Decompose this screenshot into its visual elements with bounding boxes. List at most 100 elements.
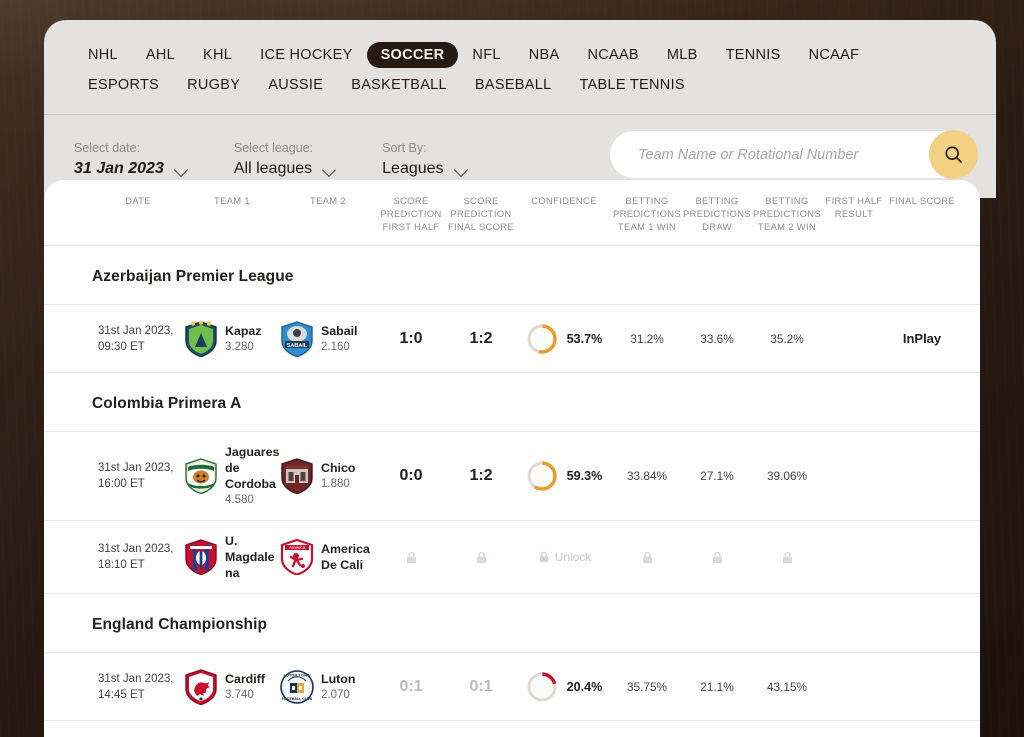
score-prediction-first-half-locked[interactable] <box>376 550 446 565</box>
score-prediction-final-score-locked[interactable] <box>446 550 516 565</box>
team1-crest-icon <box>184 669 218 705</box>
sport-tab-soccer[interactable]: SOCCER <box>367 42 459 68</box>
sport-tab-ncaab[interactable]: NCAAB <box>573 42 652 68</box>
team2-odds: 2.070 <box>321 688 355 703</box>
betting-prediction-team2-win: 43.15% <box>752 680 822 694</box>
column-header: SCORE PREDICTION FINAL SCORE <box>446 194 516 233</box>
column-header: BETTING PREDICTIONS TEAM 1 WIN <box>612 194 682 233</box>
team1-cell: Jaguares de Cordoba 4.580 <box>184 444 280 508</box>
score-prediction-final-score: 1:2 <box>446 330 516 348</box>
team2-name: Sabail <box>321 324 358 338</box>
confidence-cell: 20.4% <box>516 671 612 703</box>
match-datetime: 31st Jan 2023, 16:00 ET <box>92 460 184 492</box>
betting-prediction-team2-win-locked[interactable] <box>752 550 822 565</box>
league-section-header: England Championship <box>44 594 980 653</box>
select-league-value: All leagues <box>234 160 312 178</box>
team2-cell: Chico 1.880 <box>280 458 376 494</box>
search-input[interactable] <box>610 131 966 178</box>
predictions-table-body: Azerbaijan Premier League 31st Jan 2023,… <box>44 246 980 721</box>
league-section-header: Colombia Primera A <box>44 373 980 432</box>
confidence-value: 59.3% <box>567 469 603 483</box>
confidence-donut <box>526 323 558 355</box>
team1-name: Cardiff <box>225 672 265 686</box>
table-row[interactable]: 31st Jan 2023, 18:10 ET U. Magdalena <box>44 521 980 594</box>
sport-tab-baseball[interactable]: BASEBALL <box>461 72 566 98</box>
sport-tab-mlb[interactable]: MLB <box>653 42 712 68</box>
svg-text:SABAIL: SABAIL <box>287 342 308 348</box>
sport-tab-ice-hockey[interactable]: ICE HOCKEY <box>246 42 366 68</box>
select-date-label: Select date: <box>74 141 188 155</box>
betting-prediction-team2-win: 39.06% <box>752 469 822 483</box>
search-button[interactable] <box>929 130 978 179</box>
column-header: FINAL SCORE <box>886 194 958 207</box>
unlock-confidence-button[interactable]: Unlock <box>516 550 612 564</box>
confidence-cell: 59.3% <box>516 460 612 492</box>
team2-crest-icon: LUTON TOWN FOOTBALL CLUB <box>280 669 314 705</box>
betting-prediction-team1-win: 35.75% <box>612 680 682 694</box>
table-row[interactable]: 31st Jan 2023, 16:00 ET Jaguares de Cord… <box>44 432 980 521</box>
svg-text:América: América <box>288 545 306 550</box>
header-panel: NHLAHLKHLICE HOCKEYSOCCERNFLNBANCAABMLBT… <box>44 20 996 198</box>
score-prediction-final-score: 1:2 <box>446 467 516 485</box>
sport-tab-nhl[interactable]: NHL <box>74 42 132 68</box>
lock-icon <box>710 550 725 565</box>
sport-tab-nfl[interactable]: NFL <box>458 42 514 68</box>
search-icon <box>943 144 964 165</box>
sport-tab-aussie[interactable]: AUSSIE <box>254 72 337 98</box>
league-name: England Championship <box>92 616 980 634</box>
league-name: Colombia Primera A <box>92 395 980 413</box>
sport-tab-ncaaf[interactable]: NCAAF <box>795 42 874 68</box>
team1-name: Kapaz <box>225 324 262 338</box>
table-row[interactable]: 31st Jan 2023, 09:30 ET Kapaz 3.280 <box>44 305 980 373</box>
predictions-panel: DATETEAM 1TEAM 2SCORE PREDICTION FIRST H… <box>44 180 980 737</box>
sport-tab-table-tennis[interactable]: TABLE TENNIS <box>565 72 698 98</box>
match-datetime: 31st Jan 2023, 14:45 ET <box>92 671 184 703</box>
sport-tab-esports[interactable]: ESPORTS <box>74 72 173 98</box>
match-datetime: 31st Jan 2023, 09:30 ET <box>92 323 184 355</box>
team1-crest-icon <box>184 539 218 575</box>
team2-name: Luton <box>321 672 355 686</box>
lock-icon <box>640 550 655 565</box>
betting-prediction-draw: 33.6% <box>682 332 752 346</box>
team1-odds: 4.580 <box>225 493 280 508</box>
betting-prediction-team1-win-locked[interactable] <box>612 550 682 565</box>
filter-select-date: Select date: 31 Jan 2023 <box>74 141 188 178</box>
team1-cell: Cardiff 3.740 <box>184 669 280 705</box>
chevron-down-icon <box>455 165 468 173</box>
sport-tab-khl[interactable]: KHL <box>189 42 246 68</box>
team2-cell: América America De Cali <box>280 539 376 575</box>
team2-odds: 2.160 <box>321 340 358 355</box>
betting-prediction-draw-locked[interactable] <box>682 550 752 565</box>
betting-prediction-team1-win: 31.2% <box>612 332 682 346</box>
confidence-value: 53.7% <box>567 332 603 346</box>
match-datetime: 31st Jan 2023, 18:10 ET <box>92 541 184 573</box>
score-prediction-final-score: 0:1 <box>446 678 516 696</box>
sport-tab-nba[interactable]: NBA <box>515 42 574 68</box>
lock-icon <box>404 550 419 565</box>
team1-name: Jaguares de Cordoba <box>225 445 279 491</box>
score-prediction-first-half: 0:1 <box>376 678 446 696</box>
chevron-down-icon <box>323 165 336 173</box>
svg-text:FOOTBALL CLUB: FOOTBALL CLUB <box>282 697 313 701</box>
sport-tab-tennis[interactable]: TENNIS <box>712 42 795 68</box>
sport-tab-basketball[interactable]: BASKETBALL <box>337 72 461 98</box>
team2-crest-icon: América <box>280 539 314 575</box>
confidence-donut <box>526 460 558 492</box>
team1-cell: U. Magdalena <box>184 533 280 581</box>
sort-by-control[interactable]: Leagues <box>382 160 467 178</box>
table-row[interactable]: 31st Jan 2023, 14:45 ET Cardiff 3.740 LU… <box>44 653 980 721</box>
select-date-control[interactable]: 31 Jan 2023 <box>74 160 188 178</box>
league-name: Azerbaijan Premier League <box>92 268 980 286</box>
final-score-result: InPlay <box>886 331 958 346</box>
column-header: DATE <box>92 194 184 207</box>
team1-crest-icon <box>184 321 218 357</box>
column-header: SCORE PREDICTION FIRST HALF <box>376 194 446 233</box>
team1-odds: 3.740 <box>225 688 265 703</box>
sport-tab-ahl[interactable]: AHL <box>132 42 189 68</box>
confidence-donut <box>526 671 558 703</box>
team2-name: Chico <box>321 461 355 475</box>
select-league-control[interactable]: All leagues <box>234 160 336 178</box>
chevron-down-icon <box>175 165 188 173</box>
lock-icon <box>474 550 489 565</box>
sport-tab-rugby[interactable]: RUGBY <box>173 72 254 98</box>
